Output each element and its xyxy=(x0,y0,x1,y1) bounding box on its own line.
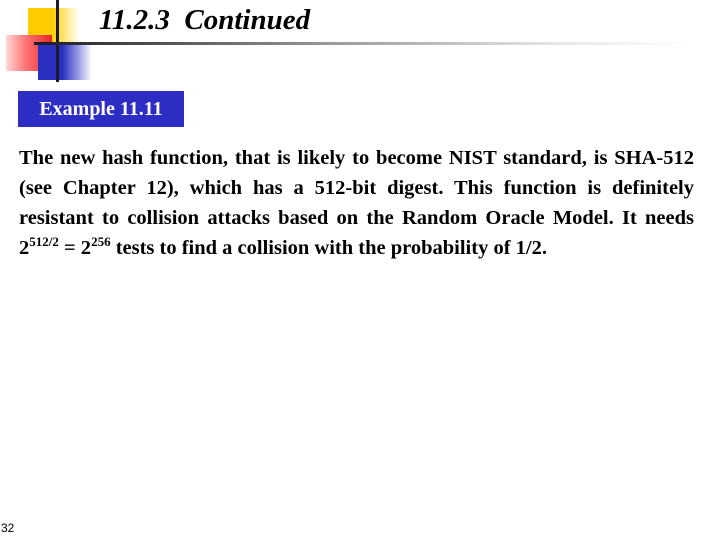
body-text-part-2: = 2 xyxy=(58,237,92,259)
body-text-part-3: tests to find a collision with the proba… xyxy=(110,237,547,259)
slide-title: 11.2.3 Continued xyxy=(99,4,311,36)
example-badge: Example 11.11 xyxy=(18,91,184,127)
decorative-vertical-line xyxy=(56,0,59,82)
decorative-blue-square xyxy=(38,43,92,80)
exponent-256: 256 xyxy=(91,234,111,249)
slide-number: 32 xyxy=(1,521,15,535)
exponent-512-2: 512/2 xyxy=(29,234,59,249)
slide-body-text: The new hash function, that is likely to… xyxy=(19,143,694,263)
title-underline xyxy=(34,42,694,45)
